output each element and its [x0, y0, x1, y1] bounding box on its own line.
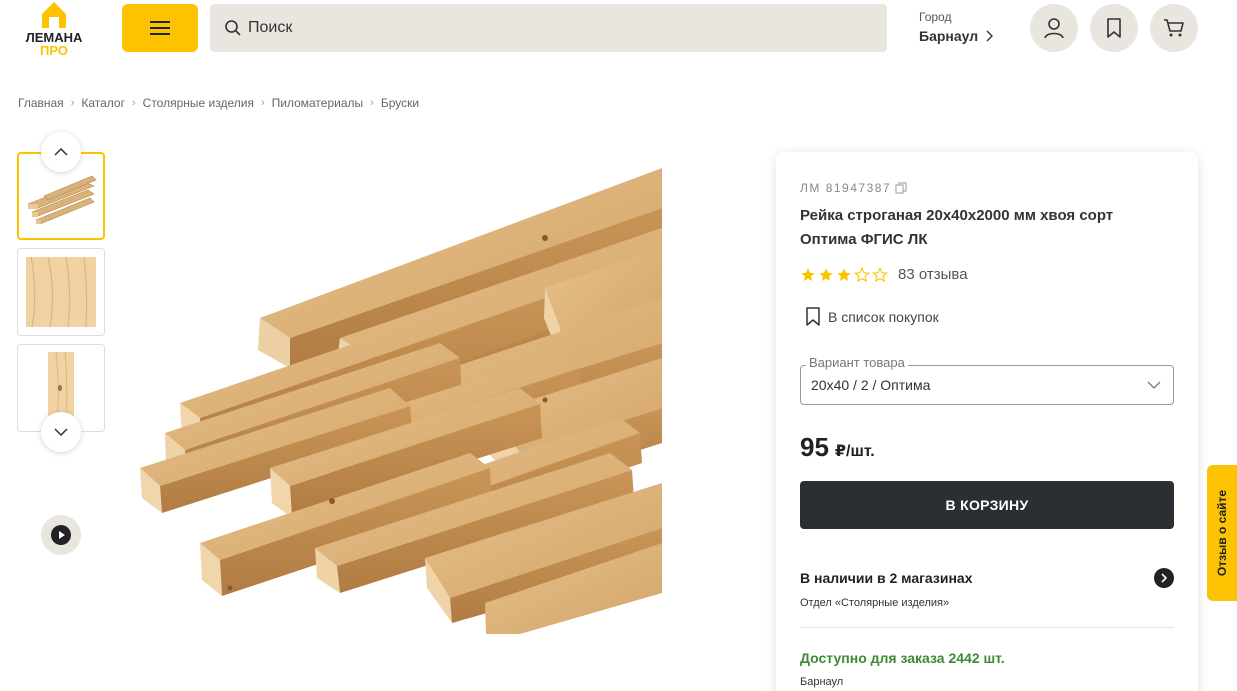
- rating-stars: [800, 266, 888, 283]
- variant-value: 20x40 / 2 / Оптима: [811, 377, 931, 393]
- wood-slats-image: [140, 168, 662, 634]
- bookmark-icon: [1107, 18, 1121, 38]
- price-value: 95: [800, 432, 829, 462]
- breadcrumb-item[interactable]: Главная: [18, 96, 64, 110]
- profile-button[interactable]: [1030, 4, 1078, 52]
- product-main-image[interactable]: [140, 168, 662, 634]
- wishlist-label: В список покупок: [828, 308, 939, 325]
- user-icon: [1044, 18, 1064, 39]
- sku-value: ЛМ 81947387: [800, 181, 892, 195]
- copy-icon[interactable]: [895, 182, 907, 194]
- city-label: Город: [919, 10, 952, 24]
- stock-availability[interactable]: В наличии в 2 магазинах: [800, 568, 1174, 588]
- product-title: Рейка строганая 20x40x2000 мм хвоя сорт …: [800, 207, 1114, 248]
- star-empty-icon: [872, 266, 888, 282]
- variant-select[interactable]: 20x40 / 2 / Оптима: [800, 365, 1174, 405]
- order-city: Барнаул: [800, 676, 844, 688]
- add-to-shopping-list-button[interactable]: В список покупок: [806, 307, 939, 326]
- cart-button[interactable]: [1150, 4, 1198, 52]
- cart-icon: [1164, 19, 1184, 37]
- chevron-down-icon: [1147, 381, 1161, 389]
- hamburger-icon: [150, 21, 170, 35]
- catalog-menu-button[interactable]: [122, 4, 198, 52]
- add-to-cart-button[interactable]: В КОРЗИНУ: [800, 481, 1174, 529]
- thumbnails-down-button[interactable]: [41, 412, 81, 452]
- search-icon: [225, 20, 241, 36]
- variant-label: Вариант товара: [806, 355, 908, 370]
- city-value: Барнаул: [919, 28, 979, 44]
- chevron-right-icon: ›: [370, 97, 374, 109]
- reviews-count[interactable]: 83 отзыва: [898, 266, 968, 283]
- order-availability: Доступно для заказа 2442 шт.: [800, 650, 1005, 666]
- site-feedback-tab[interactable]: Отзыв о сайте: [1207, 465, 1237, 601]
- star-filled-icon: [801, 267, 815, 281]
- star-filled-icon: [837, 267, 851, 281]
- thumbnail-list: [17, 152, 105, 440]
- feedback-label: Отзыв о сайте: [1215, 489, 1230, 577]
- search-input[interactable]: [248, 19, 848, 37]
- sku[interactable]: ЛМ 81947387: [800, 181, 907, 195]
- bookmark-icon: [806, 307, 820, 326]
- star-empty-icon: [854, 266, 870, 282]
- rating[interactable]: 83 отзыва: [800, 266, 968, 283]
- department: Отдел «Столярные изделия»: [800, 597, 950, 609]
- price-unit: ₽/шт.: [834, 443, 875, 460]
- chevron-up-icon: [54, 148, 68, 156]
- breadcrumb: Главная › Каталог › Столярные изделия › …: [18, 96, 419, 110]
- price: 95 ₽/шт.: [800, 432, 875, 463]
- breadcrumb-item[interactable]: Столярные изделия: [143, 96, 254, 110]
- chevron-right-icon: [986, 30, 994, 42]
- chevron-right-icon: ›: [260, 97, 265, 109]
- shopping-list-button[interactable]: [1090, 4, 1138, 52]
- stock-label: В наличии в 2 магазинах: [800, 570, 973, 586]
- breadcrumb-item[interactable]: Пиломатериалы: [272, 96, 364, 110]
- chevron-down-icon: [54, 428, 68, 436]
- breadcrumb-item[interactable]: Каталог: [81, 96, 125, 110]
- arrow-right-icon: [1154, 568, 1174, 588]
- divider: [800, 627, 1174, 628]
- thumbnail-image: [27, 175, 97, 225]
- thumbnails-up-button[interactable]: [41, 132, 81, 172]
- star-filled-icon: [819, 267, 833, 281]
- breadcrumb-item[interactable]: Бруски: [381, 96, 419, 110]
- thumbnail-image: [26, 257, 96, 327]
- chevron-right-icon: ›: [131, 97, 136, 109]
- video-button[interactable]: [41, 515, 81, 555]
- search-bar: [210, 4, 887, 52]
- product-card: ЛМ 81947387 Рейка строганая 20x40x2000 м…: [776, 152, 1198, 691]
- play-icon: [51, 525, 71, 545]
- logo-house-icon: ЛЕМАНА ПРО: [26, 2, 83, 58]
- chevron-right-icon: ›: [70, 97, 75, 109]
- city-selector[interactable]: Город Барнаул: [919, 10, 994, 44]
- product-page: ЛЕМАНА ПРО Город Барнаул: [0, 0, 1237, 691]
- svg-text:ПРО: ПРО: [40, 43, 68, 56]
- thumbnail-2[interactable]: [17, 248, 105, 336]
- logo[interactable]: ЛЕМАНА ПРО: [18, 0, 90, 58]
